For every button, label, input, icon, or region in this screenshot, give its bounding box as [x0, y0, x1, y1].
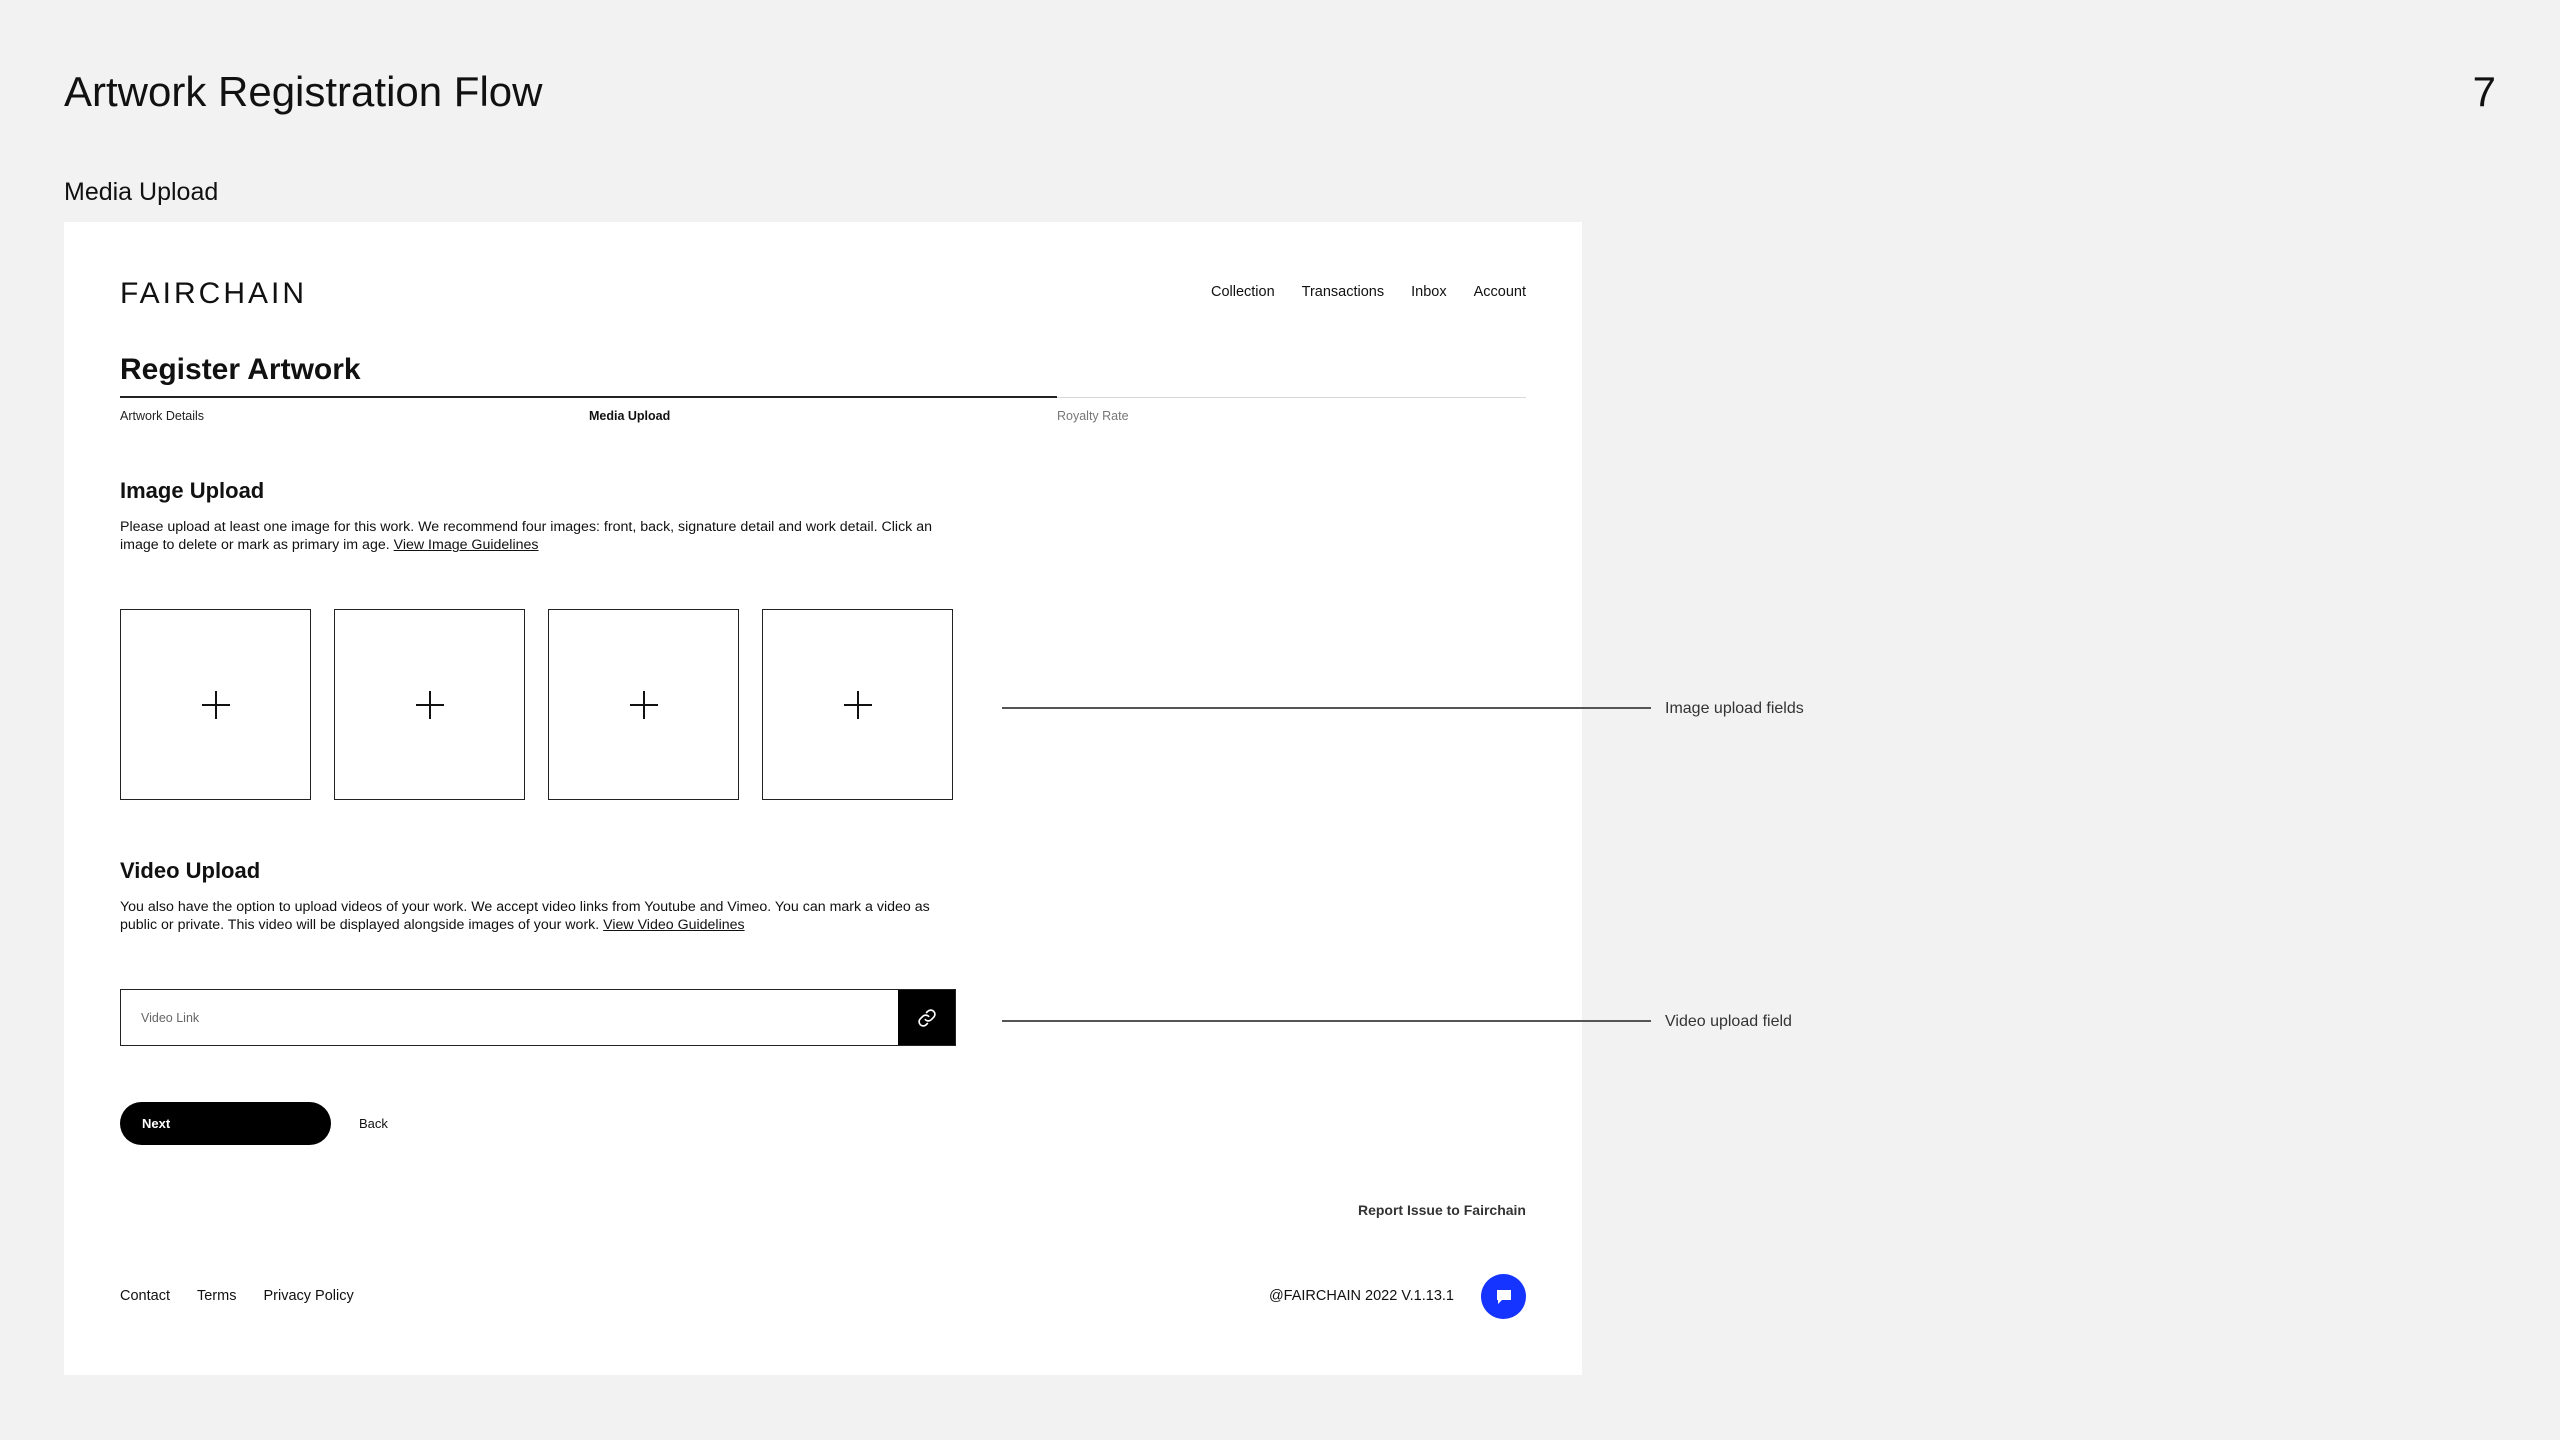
video-upload-description: You also have the option to upload video… — [120, 898, 960, 934]
image-upload-tile-1[interactable] — [120, 609, 311, 800]
footer-terms[interactable]: Terms — [197, 1286, 236, 1306]
copyright-version: @FAIRCHAIN 2022 V.1.13.1 — [1268, 1288, 1454, 1304]
chat-button[interactable] — [1481, 1274, 1526, 1319]
chat-icon — [1496, 1289, 1511, 1304]
top-nav: Collection Transactions Inbox Account — [1211, 280, 1526, 304]
video-upload-title: Video Upload — [120, 858, 261, 883]
image-upload-description: Please upload at least one image for thi… — [120, 518, 960, 554]
image-upload-title: Image Upload — [120, 478, 265, 503]
annotation-line-images — [1002, 707, 1651, 709]
image-upload-tile-3[interactable] — [548, 609, 739, 800]
annotation-image-upload-fields: Image upload fields — [1665, 700, 1804, 717]
plus-icon — [843, 690, 872, 719]
image-upload-tile-2[interactable] — [334, 609, 525, 800]
back-button[interactable]: Back — [359, 1114, 388, 1134]
footer-privacy-policy[interactable]: Privacy Policy — [263, 1286, 353, 1306]
nav-collection[interactable]: Collection — [1211, 280, 1275, 304]
step-media-upload[interactable]: Media Upload — [589, 406, 670, 426]
view-video-guidelines-link[interactable]: View Video Guidelines — [603, 917, 744, 933]
video-link-input[interactable] — [121, 990, 898, 1045]
link-icon — [917, 1008, 936, 1027]
report-issue-link[interactable]: Report Issue to Fairchain — [1358, 1200, 1526, 1220]
nav-account[interactable]: Account — [1474, 280, 1526, 304]
image-upload-tile-4[interactable] — [762, 609, 953, 800]
view-image-guidelines-link[interactable]: View Image Guidelines — [394, 537, 539, 553]
video-upload-text: You also have the option to upload video… — [120, 899, 930, 933]
step-royalty-rate[interactable]: Royalty Rate — [1057, 406, 1129, 426]
plus-icon — [415, 690, 444, 719]
annotation-video-upload-field: Video upload field — [1665, 1013, 1792, 1030]
next-button[interactable]: Next — [120, 1102, 331, 1145]
app-frame: FAIRCHAIN Collection Transactions Inbox … — [64, 222, 1582, 1375]
nav-inbox[interactable]: Inbox — [1411, 280, 1446, 304]
page-number: 7 — [2472, 68, 2496, 115]
plus-icon — [201, 690, 230, 719]
nav-transactions[interactable]: Transactions — [1302, 280, 1384, 304]
video-link-field — [120, 989, 956, 1046]
step-artwork-details[interactable]: Artwork Details — [120, 406, 204, 426]
add-video-link-button[interactable] — [898, 990, 955, 1045]
footer-links: Contact Terms Privacy Policy — [120, 1286, 354, 1306]
section-label: Media Upload — [64, 178, 219, 206]
footer-contact[interactable]: Contact — [120, 1286, 170, 1306]
progress-fill — [120, 396, 1057, 398]
fairchain-logo[interactable]: FAIRCHAIN — [120, 274, 307, 314]
page-title: Register Artwork — [120, 353, 361, 386]
plus-icon — [629, 690, 658, 719]
slide-title: Artwork Registration Flow — [64, 68, 543, 115]
annotation-line-video — [1002, 1020, 1651, 1022]
